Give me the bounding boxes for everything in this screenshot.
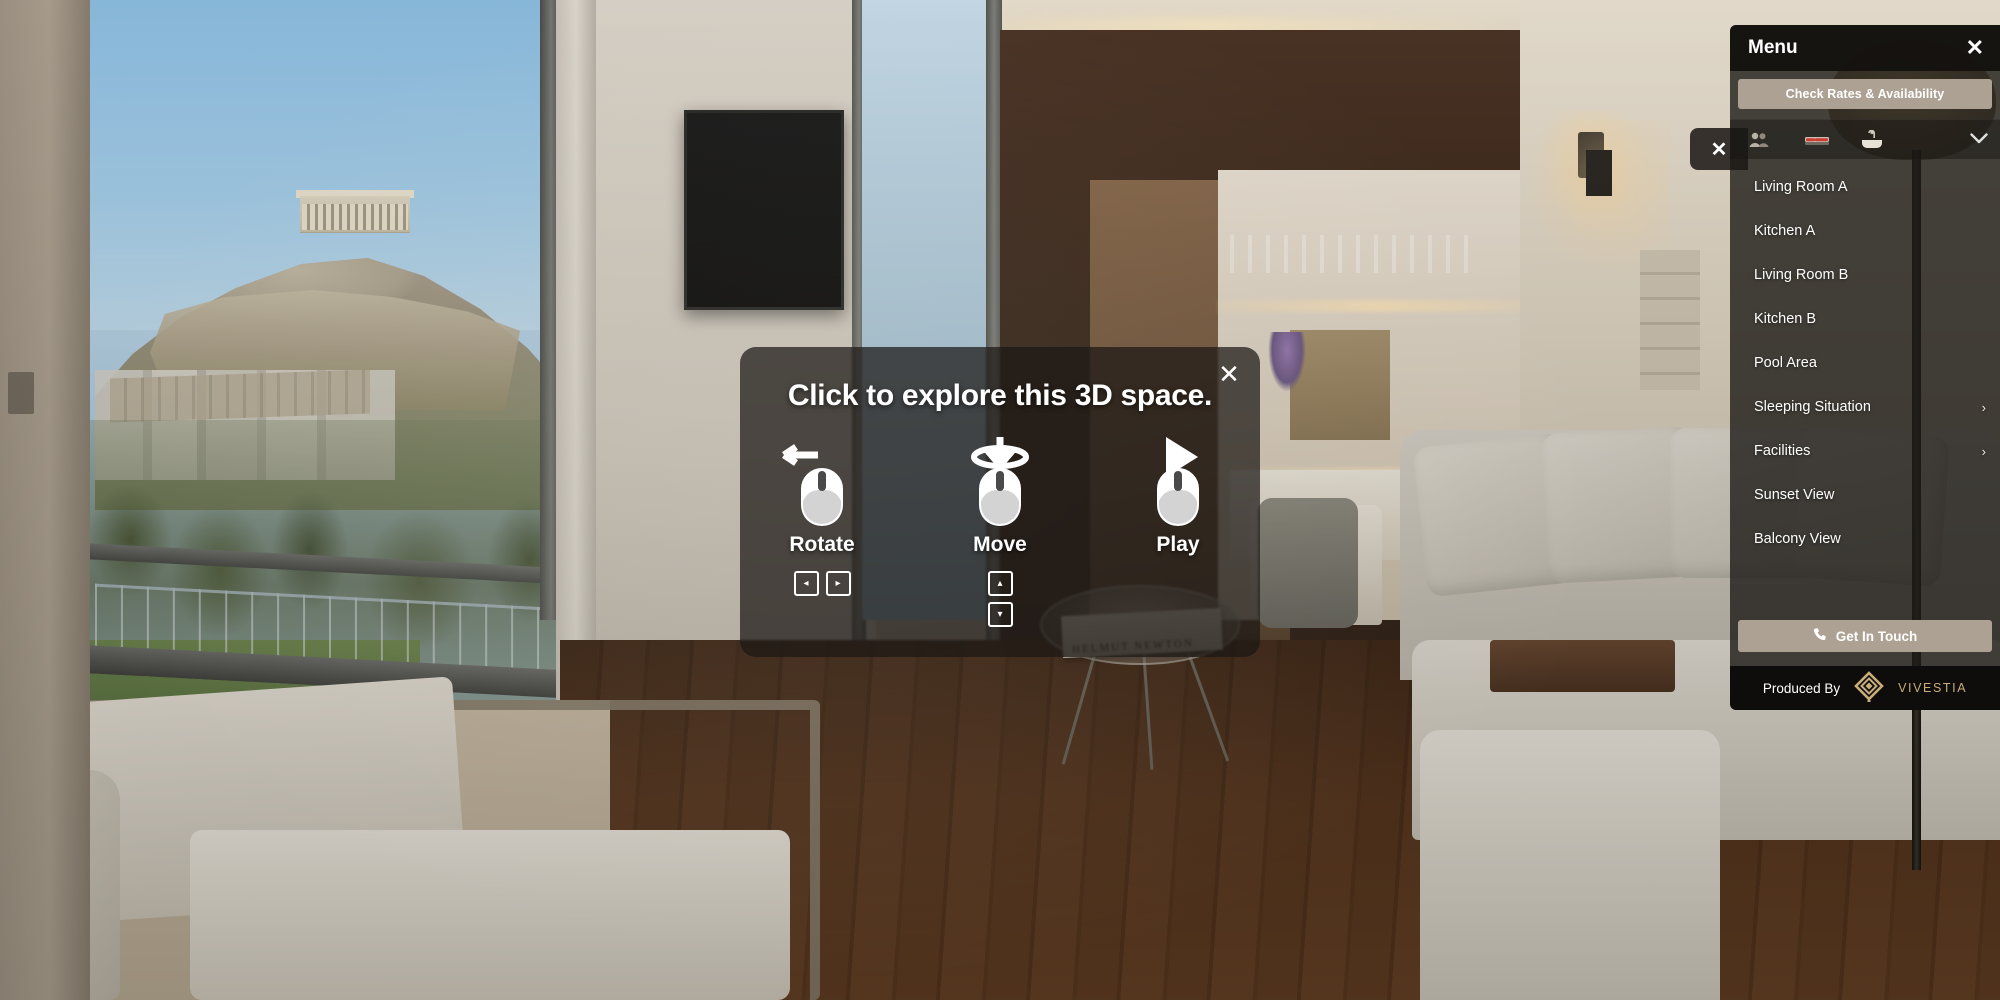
property-specs-row[interactable] [1730, 119, 2000, 159]
produced-by-label: Produced By [1762, 680, 1841, 696]
table-flowers [1268, 332, 1306, 392]
check-rates-wrapper: Check Rates & Availability [1730, 71, 2000, 119]
kitchen-light-strip-upper [1218, 300, 1538, 312]
gesture-label: Rotate [789, 533, 855, 556]
close-icon[interactable]: ✕ [1212, 357, 1246, 391]
menu-item-living-room-b[interactable]: Living Room B [1730, 253, 2000, 297]
menu-item-label: Pool Area [1754, 355, 1817, 371]
virtual-tour-viewport[interactable]: HELMUT NEWTON ✕ Click to explore this 3D… [0, 0, 2000, 1000]
menu-panel[interactable]: Menu ✕ Check Rates & Availability Living… [1730, 25, 2000, 710]
get-in-touch-button[interactable]: Get In Touch [1738, 620, 1992, 652]
explore-overlay-title: Click to explore this 3D space. [787, 379, 1213, 412]
move-arrow-keys[interactable]: ▴ ▾ [987, 571, 1013, 627]
menu-item-label: Kitchen B [1754, 311, 1817, 327]
ancient-wall [110, 369, 370, 423]
left-wall [0, 0, 90, 1000]
vivestia-diamond-logo [1852, 670, 1886, 707]
vivestia-brand-name: VIVESTIA [1898, 681, 1968, 695]
menu-item-pool-area[interactable]: Pool Area [1730, 341, 2000, 385]
chevron-right-icon: › [1981, 399, 1986, 415]
arrow-left-key[interactable]: ◂ [793, 571, 819, 596]
gesture-hints: Rotate ◂ ▸ Move ▴ ▾ Play [740, 435, 1260, 627]
gesture-label: Move [973, 533, 1027, 556]
hanging-glassware [1230, 235, 1470, 273]
menu-item-label: Facilities [1754, 443, 1811, 459]
window-frame-right [556, 0, 596, 700]
gesture-play: Play [1122, 435, 1234, 627]
menu-item-balcony-view[interactable]: Balcony View [1730, 517, 2000, 561]
wall-panel-detail [1640, 250, 1700, 390]
menu-item-sunset-view[interactable]: Sunset View [1730, 473, 2000, 517]
menu-title: Menu [1748, 37, 1798, 58]
gesture-move: Move ▴ ▾ [944, 435, 1056, 627]
sofa-armrest [1420, 730, 1720, 1000]
bed-icon [1804, 132, 1860, 148]
mouse-move-icon [950, 435, 1050, 527]
close-icon[interactable]: ✕ [1966, 37, 1984, 59]
menu-item-kitchen-b[interactable]: Kitchen B [1730, 297, 2000, 341]
mouse-rotate-icon [772, 435, 872, 527]
wall-mounted-tv [684, 110, 844, 310]
explore-3d-overlay[interactable]: ✕ Click to explore this 3D space. Rotate [740, 347, 1260, 657]
sofa-side-tray [1490, 640, 1675, 692]
guests-icon [1748, 131, 1804, 149]
menu-item-living-room-a[interactable]: Living Room A [1730, 165, 2000, 209]
bathtub-icon [1860, 129, 1916, 150]
menu-item-kitchen-a[interactable]: Kitchen A [1730, 209, 2000, 253]
chevron-right-icon: › [1981, 443, 1986, 459]
armchair-seat [190, 830, 790, 1000]
mouse-play-icon [1128, 435, 1228, 527]
menu-item-sleeping-situation[interactable]: Sleeping Situation › [1730, 385, 2000, 429]
arrow-down-key[interactable]: ▾ [987, 602, 1013, 627]
menu-item-label: Sleeping Situation [1754, 399, 1871, 415]
get-in-touch-wrapper: Get In Touch [1730, 614, 2000, 666]
menu-item-label: Kitchen A [1754, 223, 1816, 239]
menu-item-label: Sunset View [1754, 487, 1835, 503]
pouf-ottoman [1258, 498, 1358, 628]
parthenon-monument [300, 196, 410, 232]
rotate-arrow-keys[interactable]: ◂ ▸ [793, 571, 851, 596]
menu-item-list[interactable]: Living Room A Kitchen A Living Room B Ki… [1730, 159, 2000, 614]
menu-item-label: Balcony View [1754, 531, 1841, 547]
menu-item-facilities[interactable]: Facilities › [1730, 429, 2000, 473]
check-rates-button[interactable]: Check Rates & Availability [1738, 79, 1992, 109]
arrow-right-key[interactable]: ▸ [825, 571, 851, 596]
get-in-touch-label: Get In Touch [1835, 628, 1918, 644]
chevron-down-icon[interactable] [1970, 131, 1988, 149]
gesture-rotate: Rotate ◂ ▸ [766, 435, 878, 627]
light-switch [8, 372, 34, 414]
menu-header: Menu ✕ [1730, 25, 2000, 71]
gesture-label: Play [1156, 533, 1200, 556]
phone-icon [1813, 627, 1828, 645]
wall-sconce [1586, 150, 1612, 196]
arrow-up-key[interactable]: ▴ [987, 571, 1013, 596]
menu-item-label: Living Room A [1754, 179, 1848, 195]
menu-footer: Produced By VIVESTIA [1730, 666, 2000, 710]
menu-item-label: Living Room B [1754, 267, 1849, 283]
